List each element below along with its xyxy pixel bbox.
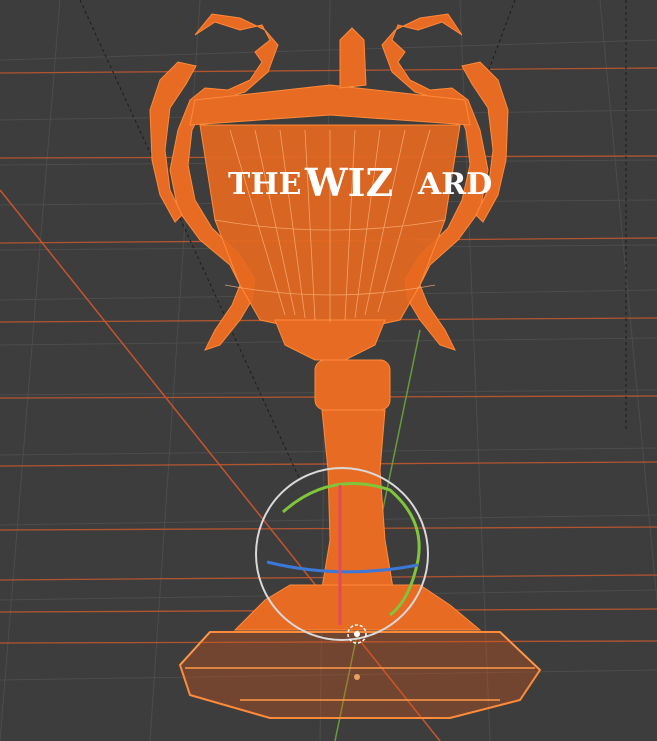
- engraving-right: ARD: [417, 167, 492, 202]
- cup-base-lower: [178, 631, 542, 719]
- trophy-object[interactable]: [149, 13, 542, 719]
- cup-finial: [339, 27, 367, 89]
- engraving-center: WIZ: [304, 160, 393, 205]
- 3d-viewport[interactable]: THE WIZ ARD: [0, 0, 657, 741]
- cup-neck: [274, 319, 386, 361]
- stem-knot: [314, 359, 391, 411]
- engraving-banner: THE WIZ ARD: [228, 160, 492, 205]
- cup-base-upper: [233, 584, 482, 631]
- engraving-left: THE: [228, 167, 302, 202]
- origin-dot: [354, 674, 360, 680]
